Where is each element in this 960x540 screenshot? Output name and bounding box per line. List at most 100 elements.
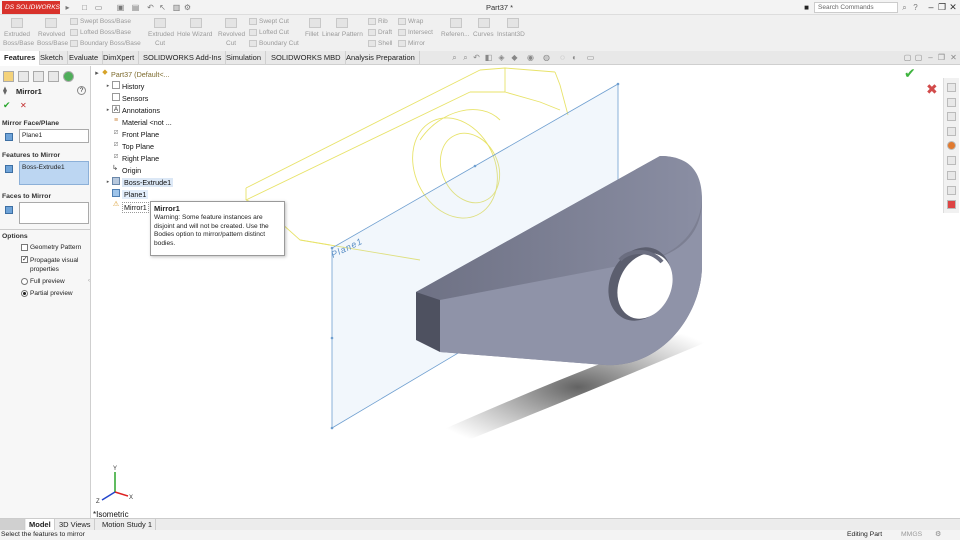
tree-item-front-plane[interactable]: Front Plane xyxy=(122,130,159,139)
zoom-to-area-icon[interactable]: ⌕ xyxy=(461,53,470,62)
status-settings-icon[interactable]: ⚙ xyxy=(935,530,941,540)
mirror-face-plane-field[interactable]: Plane1 xyxy=(19,129,89,143)
tree-item-top-plane[interactable]: Top Plane xyxy=(122,142,154,151)
tree-item-sensors[interactable]: Sensors xyxy=(122,94,148,103)
view-settings-icon[interactable]: ◐ xyxy=(570,53,579,62)
print-icon[interactable]: ▤ xyxy=(131,3,140,12)
new-document-icon[interactable]: □ xyxy=(80,3,89,12)
minimize-window-icon[interactable]: – xyxy=(926,2,936,12)
configuration-manager-tab-icon[interactable] xyxy=(33,71,44,82)
help-icon[interactable]: ? xyxy=(911,3,920,12)
select-icon[interactable]: ↖ xyxy=(158,3,167,12)
full-preview-radio[interactable] xyxy=(21,278,28,285)
panel-tile-icon[interactable]: ▢ xyxy=(903,53,912,62)
revolved-boss-label-top[interactable]: Revolved xyxy=(38,31,65,38)
faces-to-mirror-list[interactable] xyxy=(19,202,89,224)
section-view-icon[interactable]: ◧ xyxy=(484,53,493,62)
tree-item-right-plane[interactable]: Right Plane xyxy=(122,154,159,163)
boundary-cut-button[interactable]: Boundary Cut xyxy=(249,40,299,47)
tree-item-mirror1[interactable]: Mirror1 xyxy=(122,202,149,213)
tab-evaluate[interactable]: Evaluate xyxy=(65,51,104,65)
graphics-viewport[interactable]: Plane1 Y X Z *Isometric ✔ ✖ xyxy=(91,66,943,518)
panel-minimize-icon[interactable]: – xyxy=(926,53,935,62)
wrap-button[interactable]: Wrap xyxy=(398,18,423,25)
panel-close-icon[interactable]: ✕ xyxy=(949,53,958,62)
close-window-icon[interactable]: ✕ xyxy=(948,2,958,12)
tree-item-material[interactable]: Material <not ... xyxy=(122,118,172,127)
display-manager-tab-icon[interactable] xyxy=(63,71,74,82)
hide-show-items-icon[interactable]: ◉ xyxy=(526,53,535,62)
panel-maximize-icon[interactable]: ❐ xyxy=(937,53,946,62)
boundary-boss-button[interactable]: Boundary Boss/Base xyxy=(70,40,141,47)
features-to-mirror-list[interactable]: Boss-Extrude1 xyxy=(19,161,89,185)
partial-preview-radio[interactable] xyxy=(21,290,28,297)
help-button[interactable]: ? xyxy=(77,86,86,95)
search-commands-input[interactable]: Search Commands xyxy=(814,2,898,13)
revolved-boss-label-bottom[interactable]: Boss/Base xyxy=(37,40,68,47)
draft-button[interactable]: Draft xyxy=(368,29,392,36)
revolved-cut-label-top[interactable]: Revolved xyxy=(218,31,245,38)
tab-simulation[interactable]: Simulation xyxy=(222,51,267,65)
search-icon[interactable]: ⌕ xyxy=(900,3,909,12)
hole-wizard-label[interactable]: Hole Wizard xyxy=(177,31,212,38)
tree-item-annotations[interactable]: Annotations xyxy=(122,106,160,115)
expand-arrow-icon[interactable]: ▸ xyxy=(93,70,101,78)
expand-arrow-icon[interactable]: ▸ xyxy=(104,106,112,114)
view-palette-icon[interactable] xyxy=(947,127,956,136)
curves-label[interactable]: Curves xyxy=(473,31,494,38)
geometry-pattern-checkbox[interactable] xyxy=(21,244,28,251)
options-gear-icon[interactable]: ⚙ xyxy=(183,3,192,12)
view-orientation-icon[interactable]: ◈ xyxy=(497,53,506,62)
linear-pattern-label[interactable]: Linear Pattern xyxy=(322,31,363,38)
appearances-icon[interactable] xyxy=(947,141,956,150)
feature-manager-tab-icon[interactable] xyxy=(3,71,14,82)
swept-cut-button[interactable]: Swept Cut xyxy=(249,18,289,25)
previous-view-icon[interactable]: ↶ xyxy=(472,53,481,62)
tab-sketch[interactable]: Sketch xyxy=(36,51,68,65)
tab-solidworks-mbd[interactable]: SOLIDWORKS MBD xyxy=(267,51,346,65)
extruded-cut-label-bottom[interactable]: Cut xyxy=(155,40,165,47)
edit-appearance-icon[interactable]: ◍ xyxy=(542,53,551,62)
property-manager-tab-icon[interactable] xyxy=(18,71,29,82)
undo-icon[interactable]: ↶ xyxy=(146,3,155,12)
extruded-boss-label-bottom[interactable]: Boss/Base xyxy=(3,40,34,47)
tree-item-plane1[interactable]: Plane1 xyxy=(122,190,149,199)
apply-scene-icon[interactable]: ◌ xyxy=(558,53,567,62)
lofted-boss-button[interactable]: Lofted Boss/Base xyxy=(70,29,131,36)
solidworks-logo[interactable]: DS SOLIDWORKS xyxy=(2,1,60,14)
confirm-ok-icon[interactable]: ✔ xyxy=(904,66,916,82)
confirm-cancel-icon[interactable]: ✖ xyxy=(926,82,938,98)
display-monitor-icon[interactable]: ▭ xyxy=(586,53,595,62)
shell-button[interactable]: Shell xyxy=(368,40,392,47)
tree-root-part[interactable]: Part37 (Default<... xyxy=(111,70,170,79)
ok-button[interactable]: ✔ xyxy=(3,100,11,111)
tab-features[interactable]: Features xyxy=(0,51,41,65)
status-units[interactable]: MMGS xyxy=(901,530,922,540)
tree-item-boss-extrude1[interactable]: Boss-Extrude1 xyxy=(122,178,174,187)
reference-geometry-label[interactable]: Referen... xyxy=(441,31,470,38)
tab-analysis-preparation[interactable]: Analysis Preparation xyxy=(342,51,420,65)
fillet-label[interactable]: Fillet xyxy=(305,31,319,38)
solidworks-resources-icon[interactable] xyxy=(947,83,956,92)
revolved-cut-label-bottom[interactable]: Cut xyxy=(226,40,236,47)
rebuild-icon[interactable]: ▥ xyxy=(172,3,181,12)
save-icon[interactable]: ▣ xyxy=(116,3,125,12)
display-style-icon[interactable]: ◆ xyxy=(510,53,519,62)
rib-button[interactable]: Rib xyxy=(368,18,388,25)
tab-solidworks-addins[interactable]: SOLIDWORKS Add-Ins xyxy=(139,51,227,65)
mirror-command-button[interactable]: Mirror xyxy=(398,40,425,47)
solidworks-forum-icon[interactable] xyxy=(947,171,956,180)
intersect-button[interactable]: Intersect xyxy=(398,29,433,36)
swept-boss-button[interactable]: Swept Boss/Base xyxy=(70,18,131,25)
custom-properties-icon[interactable] xyxy=(947,156,956,165)
tree-item-history[interactable]: History xyxy=(122,82,144,91)
restore-window-icon[interactable]: ❐ xyxy=(937,2,947,12)
lofted-cut-button[interactable]: Lofted Cut xyxy=(249,29,289,36)
open-document-icon[interactable]: ▭ xyxy=(94,3,103,12)
zoom-to-fit-icon[interactable]: ⌕ xyxy=(450,53,459,62)
propagate-visual-checkbox[interactable]: ✓ xyxy=(21,256,28,263)
task-pane-red-icon[interactable] xyxy=(947,200,956,209)
arrow-right-icon[interactable]: ▸ xyxy=(63,3,72,12)
dimxpert-manager-tab-icon[interactable] xyxy=(48,71,59,82)
design-library-icon[interactable] xyxy=(947,98,956,107)
